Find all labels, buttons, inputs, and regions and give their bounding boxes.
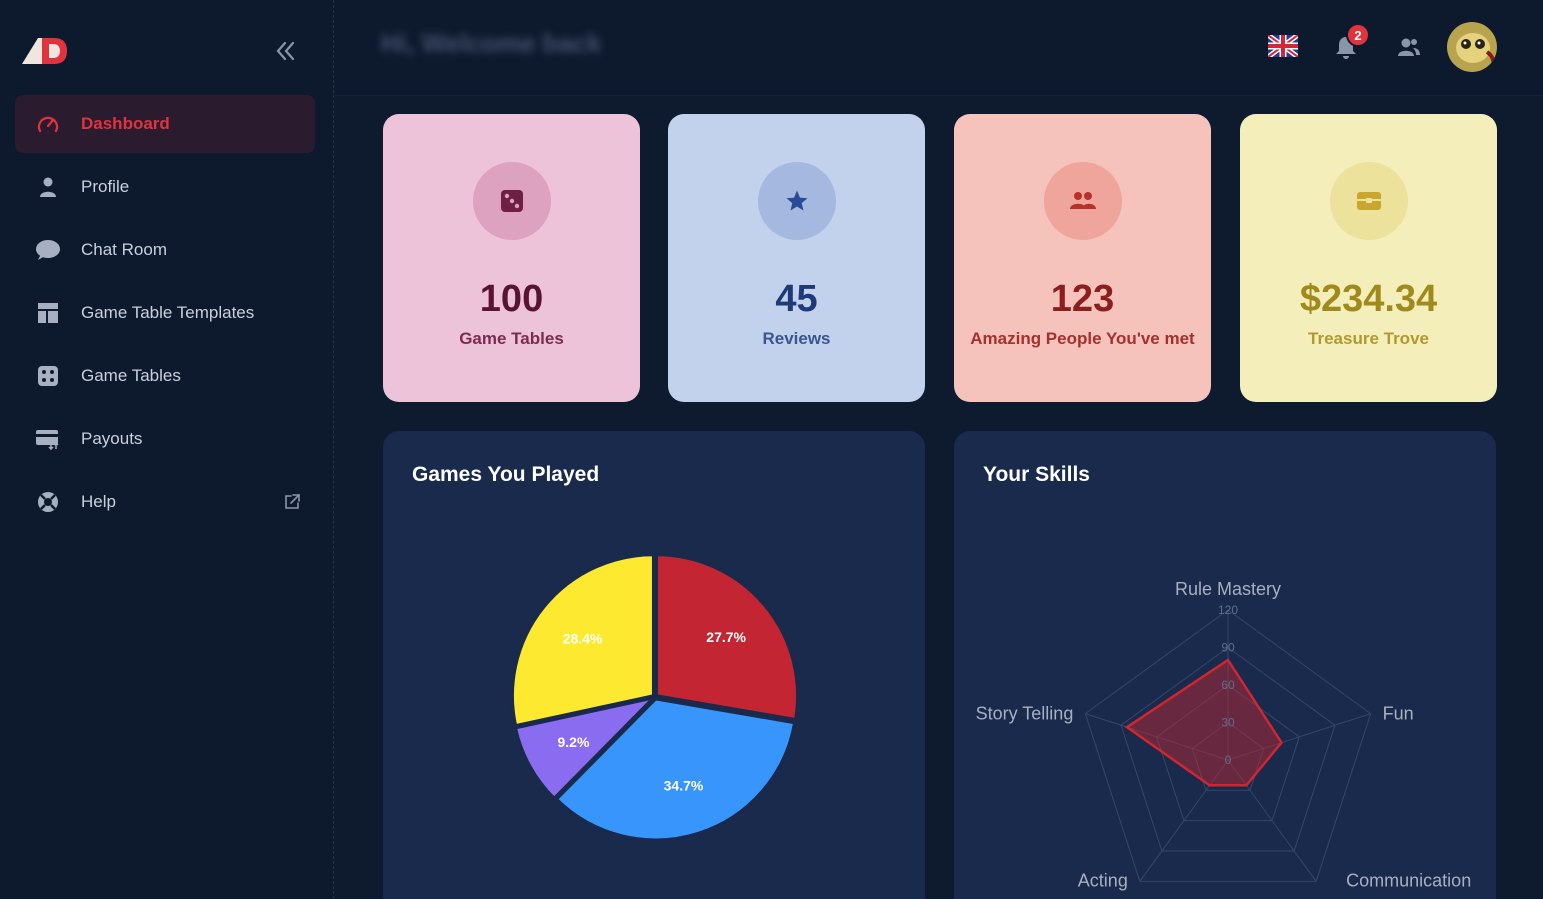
sidebar-item-label: Payouts (81, 429, 143, 448)
external-link-icon[interactable] (283, 493, 301, 511)
sidebar-item-label: Help (81, 492, 116, 511)
games-played-panel: Games You Played 27.7% 34.7% 9.2% 28.4% (383, 431, 925, 899)
person-icon (35, 176, 61, 198)
stat-label: Reviews (762, 329, 831, 348)
sidebar-item-label: Chat Room (81, 240, 167, 259)
sidebar-item-profile[interactable]: Profile (15, 158, 315, 216)
sidebar: Dashboard Profile Chat Room Game Table T… (0, 0, 334, 899)
notification-count-badge: 2 (1346, 23, 1370, 47)
stat-value: $234.34 (1299, 278, 1438, 320)
stat-label: Treasure Trove (1308, 329, 1429, 348)
group-icon (1044, 162, 1122, 240)
sidebar-item-label: Dashboard (81, 114, 170, 133)
star-icon (758, 162, 836, 240)
dice-icon (35, 365, 61, 387)
radar-axis-label: Story Telling (976, 704, 1074, 724)
sidebar-item-chat-room[interactable]: Chat Room (15, 221, 315, 279)
sidebar-item-game-table-templates[interactable]: Game Table Templates (15, 284, 315, 342)
top-bar: Hi, Welcome back 2 (335, 0, 1543, 96)
gauge-icon (35, 113, 61, 135)
chat-bubble-icon (35, 239, 61, 261)
pie-slice-label: 34.7% (664, 778, 704, 794)
app-logo[interactable] (20, 34, 68, 68)
radar-skill-area[interactable] (1124, 658, 1284, 787)
radar-tick-label: 90 (1221, 641, 1235, 655)
welcome-message: Hi, Welcome back (381, 28, 602, 58)
radar-tick-label: 30 (1221, 716, 1235, 730)
layout-template-icon (35, 302, 61, 324)
radar-axis-label: Fun (1383, 704, 1414, 724)
sidebar-item-game-tables[interactable]: Game Tables (15, 347, 315, 405)
sidebar-item-help[interactable]: Help (15, 473, 315, 531)
skills-radar-chart: 0 30 60 90 120 Rule Mastery Fun Communication Ac… (976, 579, 1472, 890)
lifebuoy-icon (35, 491, 61, 513)
stat-label: Game Tables (459, 329, 564, 348)
stat-card-reviews[interactable]: 45 Reviews (668, 114, 925, 402)
games-pie-chart: 27.7% 34.7% 9.2% 28.4% (510, 553, 799, 842)
pie-slice-label: 27.7% (706, 629, 746, 645)
sidebar-item-label: Game Table Templates (81, 303, 255, 322)
sidebar-item-payouts[interactable]: Payouts (15, 410, 315, 468)
chest-icon (1330, 162, 1408, 240)
stat-value: 123 (1050, 278, 1115, 320)
collapse-sidebar-icon[interactable] (272, 38, 298, 64)
sidebar-item-label: Game Tables (81, 366, 181, 385)
pie-slice-label: 9.2% (557, 734, 589, 750)
radar-tick-label: 60 (1221, 678, 1235, 692)
stat-card-game-tables[interactable]: 100 Game Tables (383, 114, 640, 402)
stat-card-treasure-trove[interactable]: $234.34 Treasure Trove (1240, 114, 1497, 402)
dice-icon (473, 162, 551, 240)
stat-label: Amazing People You've met (970, 329, 1195, 348)
uk-flag-icon[interactable] (1266, 32, 1300, 60)
user-avatar[interactable] (1447, 22, 1497, 72)
skills-panel: Your Skills 0 30 60 90 120 Rule Mastery Fun Com… (954, 431, 1496, 899)
stat-value: 45 (775, 278, 818, 320)
card-transfer-icon (35, 428, 61, 450)
contacts-icon[interactable] (1396, 35, 1422, 59)
radar-tick-label: 120 (1218, 603, 1238, 617)
radar-axis-label: Communication (1346, 870, 1471, 890)
radar-axis-label: Rule Mastery (1175, 579, 1281, 599)
pie-slice-label: 28.4% (563, 631, 603, 647)
stat-card-people-met[interactable]: 123 Amazing People You've met (954, 114, 1211, 402)
stat-value: 100 (479, 278, 544, 320)
radar-tick-label: 0 (1225, 753, 1232, 767)
sidebar-item-dashboard[interactable]: Dashboard (15, 95, 315, 153)
sidebar-item-label: Profile (81, 177, 130, 196)
radar-axis-label: Acting (1078, 870, 1128, 890)
sidebar-nav: Dashboard Profile Chat Room Game Table T… (15, 95, 315, 536)
